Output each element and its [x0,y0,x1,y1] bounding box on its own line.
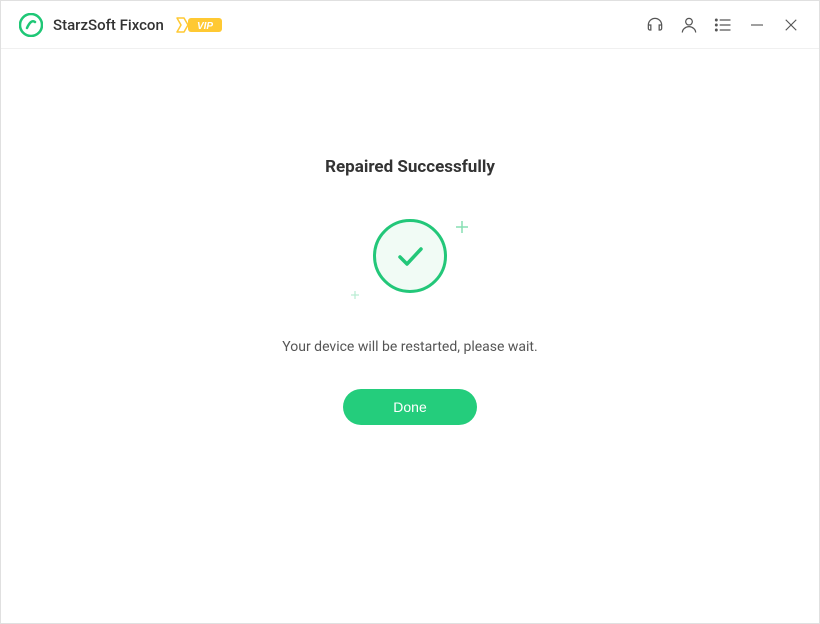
app-logo-icon [19,13,43,37]
checkmark-circle-icon [373,219,447,293]
status-heading: Repaired Successfully [325,157,495,177]
vip-badge[interactable]: VIP [174,15,224,35]
plus-decoration-large-icon [454,219,470,240]
support-icon[interactable] [645,15,665,35]
status-message: Your device will be restarted, please wa… [282,339,537,355]
menu-icon[interactable] [713,15,733,35]
account-icon[interactable] [679,15,699,35]
minimize-icon[interactable] [747,15,767,35]
titlebar-right [645,15,801,35]
titlebar-left: StarzSoft Fixcon VIP [19,13,224,37]
main-content: Repaired Successfully Your device [1,49,819,623]
plus-decoration-small-icon [350,289,360,303]
success-graphic [350,219,470,309]
titlebar: StarzSoft Fixcon VIP [1,1,819,49]
svg-text:VIP: VIP [197,21,213,32]
app-title: StarzSoft Fixcon [53,16,164,34]
done-button[interactable]: Done [343,389,476,425]
close-icon[interactable] [781,15,801,35]
app-window: StarzSoft Fixcon VIP [0,0,820,624]
